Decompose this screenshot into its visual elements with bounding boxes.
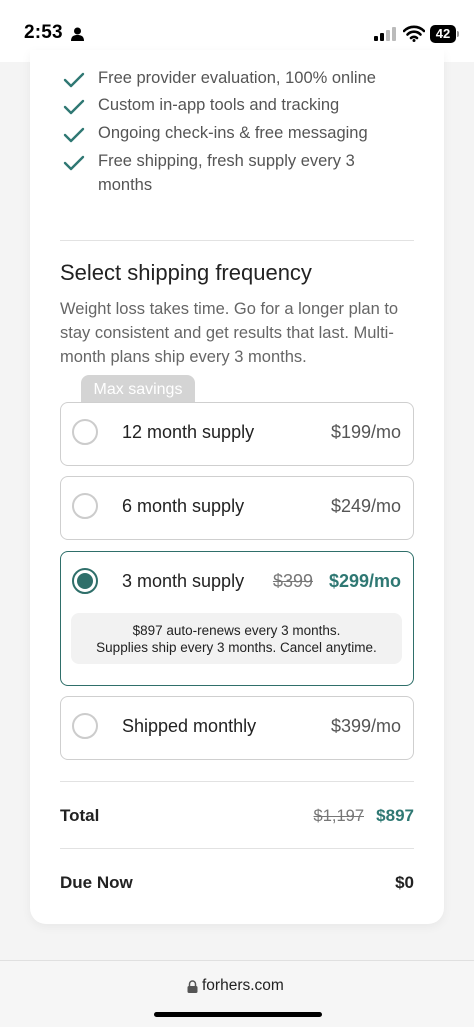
- option-6-month[interactable]: 6 month supply $249/mo: [60, 476, 414, 540]
- option-12-month[interactable]: 12 month supply $199/mo: [60, 402, 414, 466]
- option-price: $399/mo: [330, 716, 401, 736]
- signal-icon: [374, 27, 396, 41]
- battery-level: 42: [435, 26, 451, 41]
- renewal-note: $897 auto-renews every 3 months. Supplie…: [71, 613, 402, 664]
- option-price: $249/mo: [330, 496, 401, 516]
- benefit-text: Custom in-app tools and tracking: [98, 96, 340, 114]
- benefit-item: Free provider evaluation, 100% online: [63, 66, 406, 90]
- status-time: 2:53: [24, 22, 63, 43]
- benefit-text: Free shipping, fresh supply every 3 mont…: [98, 152, 355, 194]
- divider: [60, 240, 414, 241]
- benefit-item: Free shipping, fresh supply every 3 mont…: [63, 149, 406, 197]
- max-savings-tag: Max savings: [81, 375, 195, 404]
- divider: [60, 848, 414, 849]
- option-label: 12 month supply: [122, 422, 255, 442]
- renewal-note-line: Supplies ship every 3 months. Cancel any…: [96, 640, 377, 655]
- benefit-text: Ongoing check-ins & free messaging: [98, 124, 368, 142]
- benefit-item: Ongoing check-ins & free messaging: [63, 121, 406, 145]
- url-display[interactable]: forhers.com: [202, 977, 284, 995]
- section-title: Select shipping frequency: [60, 260, 312, 285]
- total-price: $897: [376, 806, 414, 825]
- check-icon: [63, 72, 85, 88]
- total-original-price: $1,197: [313, 807, 364, 825]
- section-description: Weight loss takes time. Go for a longer …: [60, 300, 399, 366]
- divider: [60, 781, 414, 782]
- check-icon: [63, 99, 85, 115]
- radio-button[interactable]: [72, 493, 98, 519]
- check-icon: [63, 127, 85, 143]
- total-label: Total: [60, 806, 100, 825]
- option-3-month[interactable]: 3 month supply $399 $299/mo $897 auto-re…: [60, 551, 414, 686]
- due-now-label: Due Now: [60, 873, 133, 892]
- original-price: $399: [272, 571, 313, 591]
- option-price: $299/mo: [328, 571, 401, 591]
- option-label: 3 month supply: [122, 571, 245, 591]
- check-icon: [63, 155, 85, 171]
- radio-button-selected[interactable]: [72, 568, 98, 594]
- benefit-text: Free provider evaluation, 100% online: [98, 69, 376, 87]
- radio-button[interactable]: [72, 713, 98, 739]
- plan-card: Free provider evaluation, 100% online Cu…: [30, 50, 444, 924]
- renewal-note-line: $897 auto-renews every 3 months.: [132, 623, 341, 638]
- home-indicator[interactable]: [154, 1012, 322, 1017]
- person-icon: [71, 27, 84, 41]
- option-price: $199/mo: [330, 422, 401, 442]
- due-now-value: $0: [395, 873, 414, 892]
- browser-bar: forhers.com: [0, 960, 474, 1027]
- benefit-item: Custom in-app tools and tracking: [63, 93, 406, 117]
- wifi-icon: [403, 25, 425, 42]
- lock-icon: [187, 980, 198, 993]
- option-monthly[interactable]: Shipped monthly $399/mo: [60, 696, 414, 760]
- radio-button[interactable]: [72, 419, 98, 445]
- option-label: 6 month supply: [122, 496, 245, 516]
- battery-icon: 42: [430, 25, 460, 43]
- option-label: Shipped monthly: [122, 716, 257, 736]
